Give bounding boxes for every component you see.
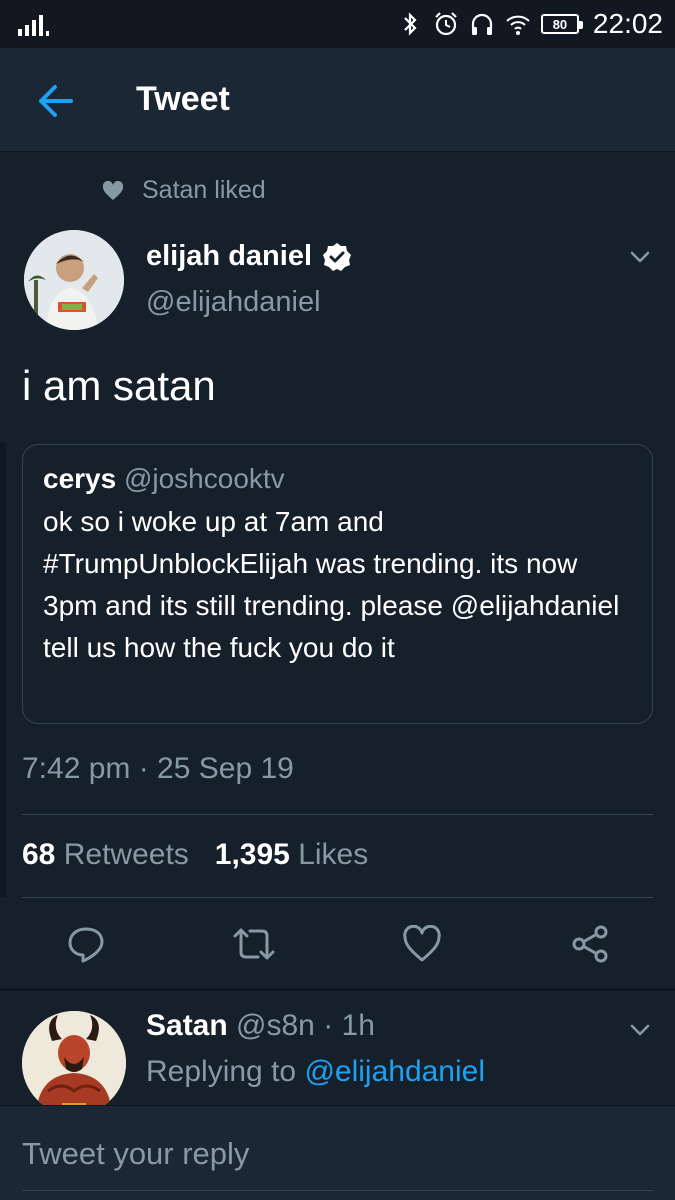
divider — [22, 897, 653, 898]
reply-author-handle[interactable]: @s8n — [236, 1009, 315, 1042]
quote-author-name: cerys — [43, 463, 117, 494]
author-name: elijah daniel — [146, 240, 312, 272]
replying-to-mention[interactable]: @elijahdaniel — [304, 1055, 485, 1088]
likes-count: 1,395 — [214, 838, 290, 871]
divider — [22, 814, 653, 815]
author-name-row[interactable]: elijah daniel — [146, 240, 352, 273]
headphones-icon — [471, 13, 493, 35]
composer-underline — [22, 1190, 653, 1191]
back-button[interactable] — [32, 78, 78, 124]
share-icon — [572, 925, 608, 963]
share-button[interactable] — [568, 922, 612, 966]
replying-to-prefix: Replying to — [146, 1055, 297, 1088]
reply-input[interactable]: Tweet your reply — [22, 1136, 249, 1172]
reply-avatar[interactable] — [22, 1011, 126, 1105]
social-context-text: Satan liked — [142, 176, 266, 204]
replying-to: Replying to @elijahdaniel — [146, 1055, 485, 1089]
tweet-actions — [0, 922, 675, 968]
left-rail — [0, 442, 6, 897]
back-arrow-icon — [39, 85, 73, 117]
quote-author-handle: @joshcooktv — [123, 463, 285, 494]
signal-icon — [18, 15, 49, 36]
quoted-tweet[interactable]: cerys @joshcooktv ok so i woke up at 7am… — [22, 444, 653, 724]
reply-composer[interactable]: Tweet your reply — [0, 1105, 675, 1200]
like-button[interactable] — [400, 922, 444, 966]
bluetooth-icon — [404, 12, 417, 36]
status-bar: 80 22:02 — [0, 0, 675, 48]
social-context[interactable]: Satan liked — [102, 176, 266, 205]
reply-header: Satan @s8n · 1h — [146, 1009, 375, 1043]
tweet-timestamp: 7:42 pm · 25 Sep 19 — [22, 752, 294, 785]
avatar-image — [22, 1011, 126, 1105]
verified-badge-icon — [323, 242, 351, 271]
retweets-stat[interactable]: 68 Retweets — [22, 838, 189, 872]
retweets-label: Retweets — [63, 838, 189, 871]
alarm-icon — [435, 12, 457, 36]
heart-icon — [102, 180, 124, 200]
reply-time: · 1h — [323, 1009, 375, 1042]
tweet-stats: 68 Retweets 1,395 Likes — [22, 838, 368, 872]
page-title: Tweet — [136, 80, 230, 118]
reply-author-name[interactable]: Satan — [146, 1009, 228, 1042]
tweet-text: i am satan — [22, 362, 216, 409]
status-time: 22:02 — [592, 8, 663, 39]
quote-header: cerys @joshcooktv — [43, 463, 632, 495]
author-avatar[interactable] — [24, 230, 124, 330]
reply-button[interactable] — [64, 922, 108, 966]
likes-label: Likes — [298, 838, 369, 871]
chevron-down-icon[interactable] — [627, 244, 653, 270]
retweet-icon — [233, 928, 275, 960]
like-icon — [403, 925, 441, 962]
avatar-image — [24, 230, 124, 330]
retweets-count: 68 — [22, 838, 56, 871]
chevron-down-icon[interactable] — [627, 1017, 653, 1043]
author-handle[interactable]: @elijahdaniel — [146, 286, 321, 319]
quote-text: ok so i woke up at 7am and #TrumpUnblock… — [43, 506, 620, 663]
tweet-detail: Satan liked elijah daniel @elijahdaniel … — [0, 152, 675, 990]
retweet-button[interactable] — [232, 922, 276, 966]
battery-icon: 80 — [540, 14, 583, 34]
likes-stat[interactable]: 1,395 Likes — [215, 838, 368, 872]
reply-icon — [68, 927, 104, 963]
app-header: Tweet — [0, 48, 675, 152]
battery-level: 80 — [552, 16, 568, 32]
reply-tweet[interactable]: Satan @s8n · 1h Replying to @elijahdanie… — [0, 991, 675, 1105]
wifi-icon — [506, 15, 530, 35]
